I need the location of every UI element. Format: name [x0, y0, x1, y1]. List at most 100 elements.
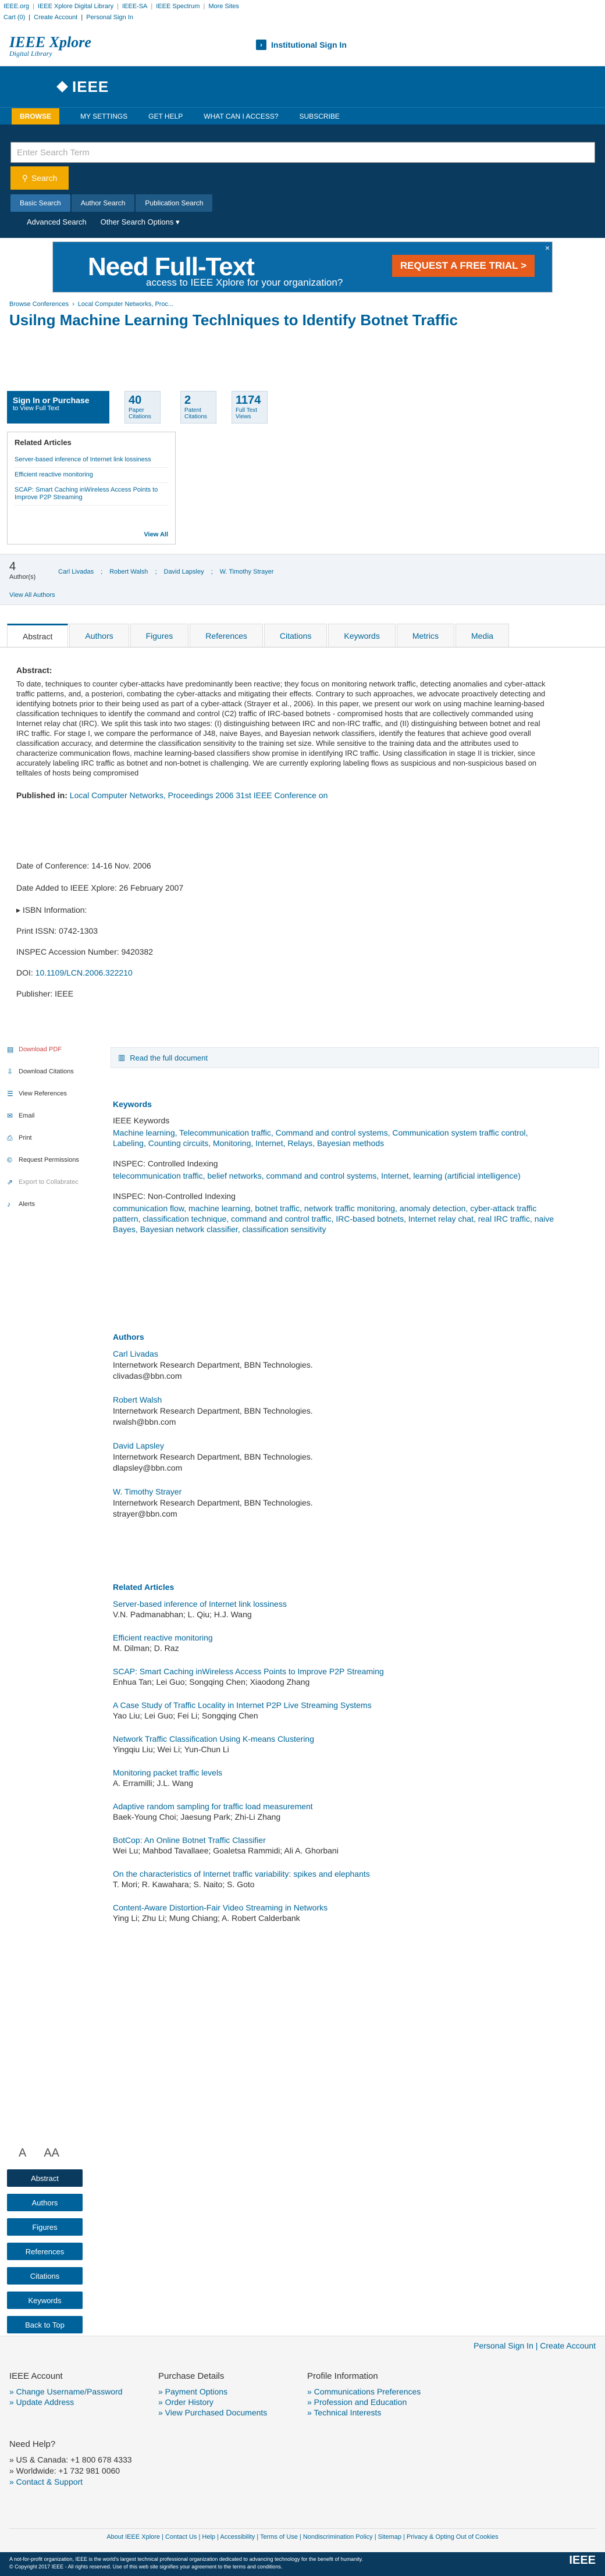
keyword-list[interactable]: telecommunication traffic, belief networ…: [113, 1170, 555, 1181]
tab-authors[interactable]: Authors: [69, 624, 129, 647]
menu-my-settings[interactable]: MY SETTINGS: [80, 112, 127, 120]
nav-authors[interactable]: Authors: [7, 2194, 83, 2211]
download-pdf[interactable]: ▤ Download PDF: [7, 1038, 106, 1061]
alerts[interactable]: ♪ Alerts: [7, 1193, 106, 1215]
advanced-search-link[interactable]: Advanced Search: [27, 218, 87, 227]
related-title-link[interactable]: Server-based inference of Internet link …: [113, 1599, 287, 1609]
author-link[interactable]: W. Timothy Strayer: [220, 568, 274, 575]
related-title-link[interactable]: Efficient reactive monitoring: [113, 1633, 213, 1642]
download-citations[interactable]: ⇩ Download Citations: [7, 1061, 106, 1083]
metric-patent-citations[interactable]: 2 Patent Citations: [180, 391, 216, 424]
related-title-link[interactable]: Adaptive random sampling for traffic loa…: [113, 1802, 313, 1811]
tab-citations[interactable]: Citations: [264, 624, 328, 647]
keyword-list[interactable]: communication flow, machine learning, bo…: [113, 1203, 555, 1234]
menu-browse[interactable]: BROWSE: [12, 108, 59, 124]
author-link[interactable]: Robert Walsh: [109, 568, 148, 575]
tab-basic-search[interactable]: Basic Search: [10, 194, 70, 212]
related-title-link[interactable]: SCAP: Smart Caching inWireless Access Po…: [113, 1667, 384, 1676]
related-item[interactable]: SCAP: Smart Caching inWireless Access Po…: [15, 483, 168, 506]
promo-banner[interactable]: Need Full-Text access to IEEE Xplore for…: [52, 241, 553, 293]
tab-abstract[interactable]: Abstract: [7, 624, 69, 647]
footer-signin[interactable]: Personal Sign In | Create Account: [474, 2341, 596, 2350]
footer-link[interactable]: » Update Address: [9, 2397, 123, 2407]
related-title-link[interactable]: A Case Study of Traffic Locality in Inte…: [113, 1700, 372, 1710]
tab-media[interactable]: Media: [455, 624, 510, 647]
footer-link[interactable]: » Communications Preferences: [307, 2386, 421, 2397]
footer-link[interactable]: » Profession and Education: [307, 2397, 421, 2407]
cart-link[interactable]: Cart (0): [3, 14, 25, 24]
personal-signin-link[interactable]: Personal Sign In: [86, 14, 133, 24]
breadcrumb-browse[interactable]: Browse Conferences: [9, 301, 69, 308]
nav-citations[interactable]: Citations: [7, 2267, 83, 2285]
nav-back-to-top[interactable]: Back to Top: [7, 2316, 83, 2333]
nav-ieee-org[interactable]: IEEE.org: [3, 3, 29, 10]
footer-link[interactable]: » Order History: [158, 2397, 267, 2407]
xplore-logo[interactable]: IEEE Xplore Digital Library: [9, 34, 91, 57]
nav-references[interactable]: References: [7, 2243, 83, 2260]
author-link[interactable]: David Lapsley: [164, 568, 204, 575]
font-larger[interactable]: AA: [44, 2147, 59, 2160]
search-input[interactable]: Enter Search Term: [10, 142, 595, 163]
menu-get-help[interactable]: GET HELP: [148, 112, 183, 120]
request-permissions[interactable]: © Request Permissions: [7, 1149, 106, 1171]
related-title-link[interactable]: Monitoring packet traffic levels: [113, 1768, 222, 1777]
nav-figures[interactable]: Figures: [7, 2218, 83, 2236]
nav-ieee-sa[interactable]: IEEE-SA: [122, 3, 147, 10]
related-title-link[interactable]: BotCop: An Online Botnet Traffic Classif…: [113, 1835, 266, 1845]
related-title-link[interactable]: On the characteristics of Internet traff…: [113, 1869, 370, 1878]
close-icon[interactable]: ×: [545, 243, 550, 252]
menu-what-access[interactable]: WHAT CAN I ACCESS?: [204, 112, 278, 120]
email[interactable]: ✉ Email: [7, 1105, 106, 1127]
footer-link[interactable]: » View Purchased Documents: [158, 2407, 267, 2418]
footer-link[interactable]: » Technical Interests: [307, 2407, 421, 2418]
create-account-link[interactable]: Create Account: [34, 14, 77, 24]
free-trial-button[interactable]: REQUEST A FREE TRIAL >: [392, 255, 535, 277]
isbn-info[interactable]: ▸ ISBN Information:: [16, 905, 87, 915]
related-title-link[interactable]: Content-Aware Distortion-Fair Video Stre…: [113, 1903, 328, 1912]
publication-link[interactable]: Local Computer Networks, Proceedings 200…: [70, 791, 328, 800]
related-item[interactable]: Efficient reactive monitoring: [15, 468, 168, 483]
footer-links[interactable]: About IEEE Xplore | Contact Us | Help | …: [9, 2528, 596, 2541]
other-search-options[interactable]: Other Search Options ▾: [101, 218, 180, 227]
footer-link[interactable]: » Payment Options: [158, 2386, 267, 2397]
footer-link[interactable]: » Change Username/Password: [9, 2386, 123, 2397]
author-name[interactable]: W. Timothy Strayer: [113, 1487, 182, 1496]
tab-metrics[interactable]: Metrics: [396, 624, 454, 647]
menu-subscribe[interactable]: SUBSCRIBE: [300, 112, 340, 120]
nav-spectrum[interactable]: IEEE Spectrum: [156, 3, 200, 10]
view-all-authors[interactable]: View All Authors: [9, 592, 55, 599]
metric-paper-citations[interactable]: 40 Paper Citations: [124, 391, 161, 424]
author-name[interactable]: Carl Livadas: [113, 1349, 158, 1358]
related-title-link[interactable]: Network Traffic Classification Using K-m…: [113, 1734, 314, 1744]
nav-keywords[interactable]: Keywords: [7, 2292, 83, 2309]
author-name[interactable]: David Lapsley: [113, 1441, 164, 1450]
tab-author-search[interactable]: Author Search: [71, 194, 135, 212]
view-all-link[interactable]: View All: [144, 531, 168, 538]
search-button[interactable]: ⚲ Search: [10, 166, 69, 190]
doi-link[interactable]: 10.1109/LCN.2006.322210: [35, 968, 133, 977]
institutional-signin[interactable]: › Institutional Sign In: [256, 40, 347, 50]
author-link[interactable]: Carl Livadas: [58, 568, 94, 575]
tab-figures[interactable]: Figures: [130, 624, 189, 647]
footer-ieee-logo[interactable]: IEEE: [569, 2554, 596, 2566]
keyword-list[interactable]: Machine learning, Telecommunication traf…: [113, 1127, 555, 1148]
nav-abstract[interactable]: Abstract: [7, 2169, 83, 2187]
author-name[interactable]: Robert Walsh: [113, 1395, 162, 1404]
export-collabratec[interactable]: ⇗ Export to Collabratec: [7, 1171, 106, 1193]
metric-full-text-views[interactable]: 1174 Full Text Views: [232, 391, 268, 424]
print[interactable]: ⎙ Print: [7, 1127, 106, 1149]
pdf-icon: ▤: [7, 1045, 14, 1054]
ieee-logo[interactable]: IEEE: [72, 78, 109, 96]
font-smaller[interactable]: A: [19, 2147, 26, 2160]
read-full-document[interactable]: ▥ Read the full document: [111, 1047, 599, 1068]
view-references[interactable]: ☰ View References: [7, 1083, 106, 1105]
signin-purchase-button[interactable]: Sign In or Purchase to View Full Text: [7, 391, 109, 424]
tab-keywords[interactable]: Keywords: [328, 624, 396, 647]
nav-xplore[interactable]: IEEE Xplore Digital Library: [38, 3, 113, 10]
tab-references[interactable]: References: [190, 624, 263, 647]
footer-link[interactable]: » Contact & Support: [9, 2477, 132, 2488]
nav-more-sites[interactable]: More Sites: [208, 3, 239, 10]
breadcrumb-conference[interactable]: Local Computer Networks, Proc...: [78, 301, 173, 308]
tab-publication-search[interactable]: Publication Search: [136, 194, 213, 212]
related-item[interactable]: Server-based inference of Internet link …: [15, 453, 168, 468]
